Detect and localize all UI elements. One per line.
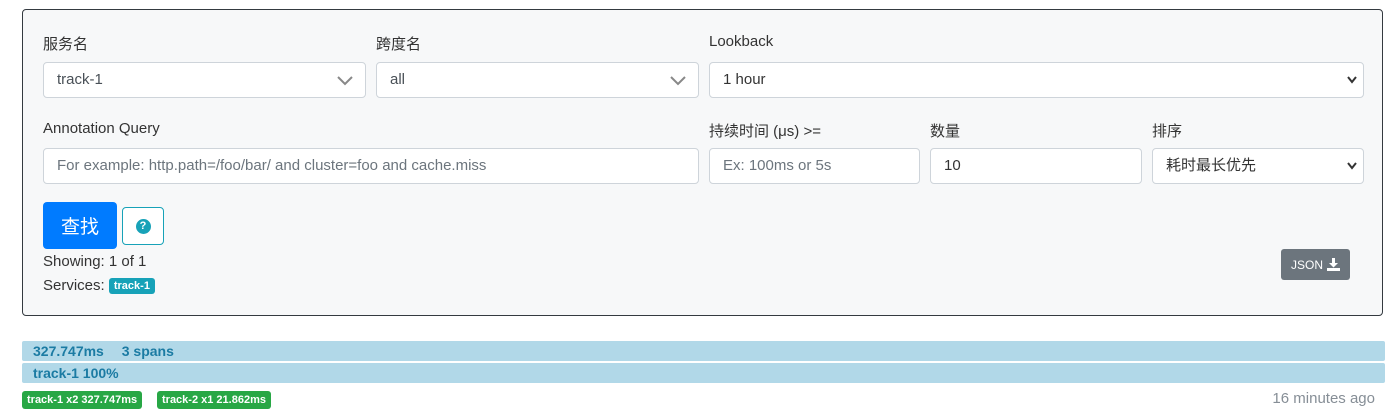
showing-count: Showing: 1 of 1 [43,253,147,270]
duration-input[interactable]: Ex: 100ms or 5s [709,148,920,184]
span-label: 跨度名 [376,36,422,53]
annotation-label: Annotation Query [43,120,160,137]
chevron-down-icon [337,76,353,86]
trace-service-bar[interactable]: track-1 100% [22,363,1385,383]
chevron-down-icon [670,76,686,86]
json-label: JSON [1290,257,1323,272]
question-circle-icon: ? [135,218,151,234]
trace-span-count: 3 spans [121,343,174,359]
search-button[interactable]: 查找 [43,202,117,249]
trace-time-ago: 16 minutes ago [1272,390,1375,407]
sort-select[interactable]: 耗时最长优先 [1152,148,1364,184]
services-label: Services: [43,277,105,294]
lookback-label: Lookback [709,33,774,50]
limit-input[interactable]: 10 [930,148,1142,184]
select-arrow-icon [1347,162,1357,170]
json-download-button[interactable]: JSON [1281,249,1350,280]
sort-select-value: 耗时最长优先 [1166,157,1257,174]
service-duration-badge: track-1 x2 327.747ms [22,391,143,409]
search-panel: 服务名 跨度名 Lookback track-1 all 1 hour Anno… [22,9,1383,316]
service-select-value: track-1 [57,71,103,88]
download-icon [1327,258,1340,271]
service-label: 服务名 [43,36,89,53]
lookback-select[interactable]: 1 hour [709,62,1364,98]
limit-label: 数量 [930,123,961,140]
span-select[interactable]: all [376,62,699,98]
duration-label: 持续时间 (μs) >= [709,123,821,140]
span-select-value: all [390,71,406,88]
annotation-query-input[interactable]: For example: http.path=/foo/bar/ and clu… [43,148,699,184]
service-badge[interactable]: track-1 [108,278,155,294]
help-button[interactable]: ? [122,207,164,245]
services-line: Services: track-1 [43,277,155,294]
service-select[interactable]: track-1 [43,62,366,98]
lookback-select-value: 1 hour [723,71,766,88]
trace-duration: 327.747ms [33,343,104,359]
trace-duration-bar[interactable]: 327.747ms 3 spans [22,341,1385,361]
service-duration-badge: track-2 x1 21.862ms [157,391,271,409]
sort-label: 排序 [1152,123,1183,140]
select-arrow-icon [1347,76,1357,84]
